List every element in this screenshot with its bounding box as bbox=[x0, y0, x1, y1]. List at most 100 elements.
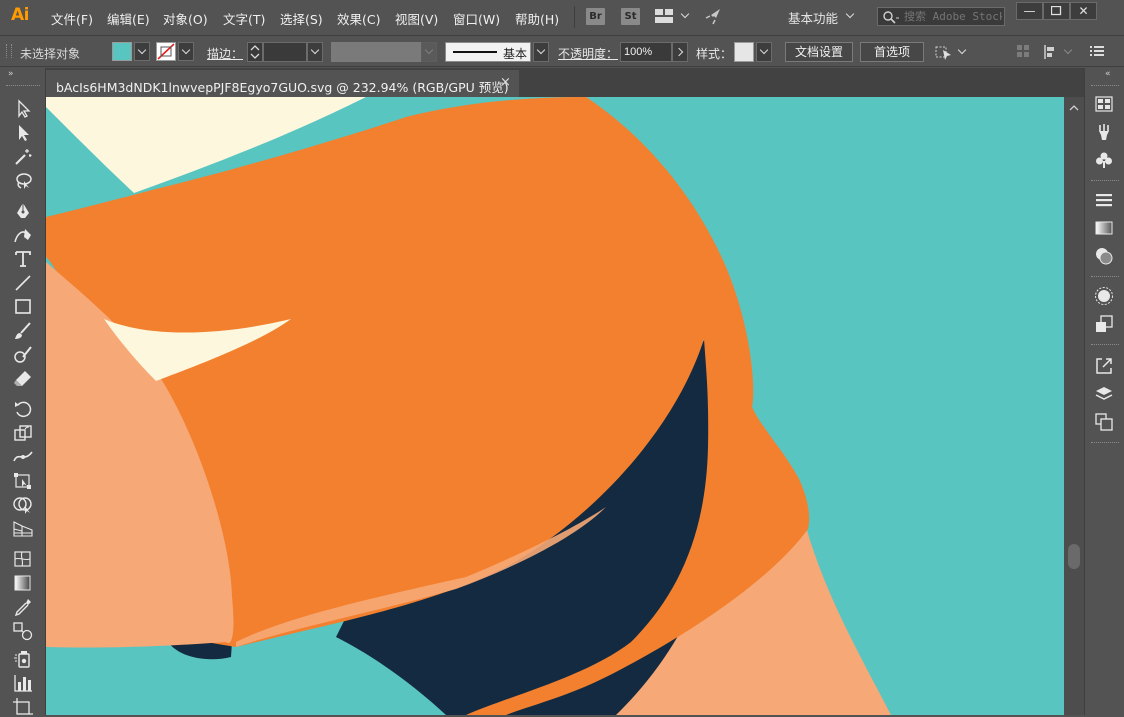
type-tool-icon[interactable] bbox=[12, 249, 34, 269]
transparency-icon[interactable] bbox=[1094, 246, 1114, 266]
bridge-button[interactable]: Br bbox=[586, 8, 605, 25]
menu-bar: Ai 文件(F) 编辑(E) 对象(O) 文字(T) 选择(S) 效果(C) 视… bbox=[0, 0, 1124, 34]
close-window-button[interactable]: ✕ bbox=[1070, 2, 1097, 20]
direct-selection-tool-icon[interactable] bbox=[12, 123, 34, 143]
gradient-icon[interactable] bbox=[1094, 218, 1114, 238]
vertical-scrollbar[interactable] bbox=[1064, 97, 1084, 715]
rectangle-tool-icon[interactable] bbox=[12, 297, 34, 317]
swatches-icon[interactable] bbox=[1094, 94, 1114, 114]
blend-tool-icon[interactable] bbox=[12, 621, 34, 641]
gradient-tool-icon[interactable] bbox=[12, 573, 34, 593]
perspective-grid-tool-icon[interactable] bbox=[12, 519, 34, 539]
search-stock-field[interactable] bbox=[877, 7, 1005, 26]
chevron-down-icon[interactable] bbox=[1063, 45, 1073, 57]
stroke-icon[interactable] bbox=[1094, 190, 1114, 210]
close-tab-icon[interactable]: × bbox=[500, 75, 511, 90]
scrollbar-thumb[interactable] bbox=[1068, 544, 1080, 569]
stroke-weight-stepper[interactable] bbox=[247, 42, 263, 62]
select-similar-icon[interactable] bbox=[935, 43, 953, 61]
opacity-label[interactable]: 不透明度： bbox=[558, 45, 618, 62]
pen-tool-icon[interactable] bbox=[12, 201, 34, 221]
graphic-style-dropdown[interactable] bbox=[756, 42, 772, 62]
variable-width-dropdown bbox=[421, 42, 437, 62]
opacity-field[interactable] bbox=[620, 42, 672, 62]
export-icon[interactable] bbox=[1094, 356, 1114, 376]
graphic-styles-icon[interactable] bbox=[1094, 314, 1114, 334]
brush-definition[interactable]: 基本 bbox=[445, 42, 531, 62]
chevron-down-icon[interactable] bbox=[680, 9, 690, 21]
stroke-weight-dropdown[interactable] bbox=[307, 42, 323, 62]
mesh-tool-icon[interactable] bbox=[12, 549, 34, 569]
graphic-style-swatch[interactable] bbox=[734, 42, 754, 62]
symbols-icon[interactable] bbox=[1094, 150, 1114, 170]
arrange-documents-icon[interactable] bbox=[655, 9, 673, 23]
panel-grip[interactable] bbox=[1091, 442, 1119, 445]
menu-help[interactable]: 帮助(H) bbox=[515, 9, 559, 28]
shape-builder-tool-icon[interactable] bbox=[12, 495, 34, 515]
menu-divider bbox=[574, 6, 575, 28]
stock-button[interactable]: St bbox=[621, 8, 640, 25]
collapse-panel-icon[interactable]: » bbox=[8, 70, 22, 79]
width-tool-icon[interactable] bbox=[12, 447, 34, 467]
lasso-tool-icon[interactable] bbox=[12, 171, 34, 191]
eraser-tool-icon[interactable] bbox=[12, 369, 34, 389]
document-setup-button[interactable]: 文档设置 bbox=[785, 42, 853, 62]
curvature-tool-icon[interactable] bbox=[12, 225, 34, 245]
chevron-down-icon[interactable] bbox=[957, 45, 967, 57]
artboards-icon[interactable] bbox=[1094, 412, 1114, 432]
shaper-tool-icon[interactable] bbox=[12, 345, 34, 365]
panel-grip[interactable] bbox=[6, 85, 40, 88]
chevron-down-icon[interactable] bbox=[845, 9, 855, 21]
panel-menu-icon[interactable] bbox=[1090, 45, 1104, 57]
fill-swatch[interactable] bbox=[112, 42, 132, 61]
opacity-arrow[interactable] bbox=[672, 42, 688, 62]
scroll-up-icon[interactable] bbox=[1069, 101, 1079, 111]
artboard-canvas[interactable] bbox=[46, 97, 1064, 715]
panel-grip[interactable] bbox=[1091, 180, 1119, 183]
layers-icon[interactable] bbox=[1094, 384, 1114, 404]
menu-edit[interactable]: 编辑(E) bbox=[107, 9, 150, 28]
stroke-swatch[interactable] bbox=[156, 42, 176, 61]
menu-view[interactable]: 视图(V) bbox=[395, 9, 438, 28]
magic-wand-tool-icon[interactable] bbox=[12, 147, 34, 167]
fill-dropdown[interactable] bbox=[134, 42, 150, 61]
rotate-tool-icon[interactable] bbox=[12, 399, 34, 419]
brush-definition-label: 基本 bbox=[503, 47, 528, 61]
artboard-tool-icon[interactable] bbox=[12, 697, 34, 717]
panel-grip[interactable] bbox=[1091, 344, 1119, 347]
stroke-dropdown[interactable] bbox=[178, 42, 194, 61]
document-tab-title: bAcIs6HM3dNDK1lnwvepPJF8Egyo7GUO.svg @ 2… bbox=[56, 80, 509, 95]
paintbrush-tool-icon[interactable] bbox=[12, 321, 34, 341]
workspace-switcher[interactable]: 基本功能 bbox=[788, 8, 838, 27]
stroke-label[interactable]: 描边： bbox=[207, 45, 243, 62]
maximize-button[interactable] bbox=[1043, 2, 1070, 20]
gpu-performance-icon[interactable] bbox=[704, 7, 724, 26]
menu-type[interactable]: 文字(T) bbox=[223, 9, 265, 28]
appearance-icon[interactable] bbox=[1094, 286, 1114, 306]
free-transform-tool-icon[interactable] bbox=[12, 471, 34, 491]
panel-grip[interactable] bbox=[1091, 276, 1119, 279]
eyedropper-tool-icon[interactable] bbox=[12, 597, 34, 617]
panel-grip[interactable] bbox=[6, 44, 12, 58]
panel-grip[interactable] bbox=[1091, 85, 1119, 88]
search-input[interactable] bbox=[904, 9, 1002, 24]
line-segment-tool-icon[interactable] bbox=[12, 273, 34, 293]
preferences-button[interactable]: 首选项 bbox=[860, 42, 924, 62]
brush-dropdown[interactable] bbox=[533, 42, 549, 62]
menu-object[interactable]: 对象(O) bbox=[163, 9, 208, 28]
document-tab[interactable]: bAcIs6HM3dNDK1lnwvepPJF8Egyo7GUO.svg @ 2… bbox=[46, 70, 519, 97]
menu-select[interactable]: 选择(S) bbox=[280, 9, 323, 28]
minimize-button[interactable]: — bbox=[1016, 2, 1043, 20]
stroke-weight-field[interactable] bbox=[263, 42, 307, 62]
menu-window[interactable]: 窗口(W) bbox=[453, 9, 500, 28]
scale-tool-icon[interactable] bbox=[12, 423, 34, 443]
isolate-icon[interactable] bbox=[1043, 44, 1059, 60]
menu-effect[interactable]: 效果(C) bbox=[337, 9, 380, 28]
column-graph-tool-icon[interactable] bbox=[12, 673, 34, 693]
brushes-icon[interactable] bbox=[1094, 122, 1114, 142]
expand-panels-icon[interactable]: « bbox=[1105, 70, 1111, 79]
menu-file[interactable]: 文件(F) bbox=[51, 9, 93, 28]
style-label: 样式： bbox=[696, 47, 733, 61]
selection-tool-icon[interactable] bbox=[12, 99, 34, 119]
symbol-sprayer-tool-icon[interactable] bbox=[12, 649, 34, 669]
